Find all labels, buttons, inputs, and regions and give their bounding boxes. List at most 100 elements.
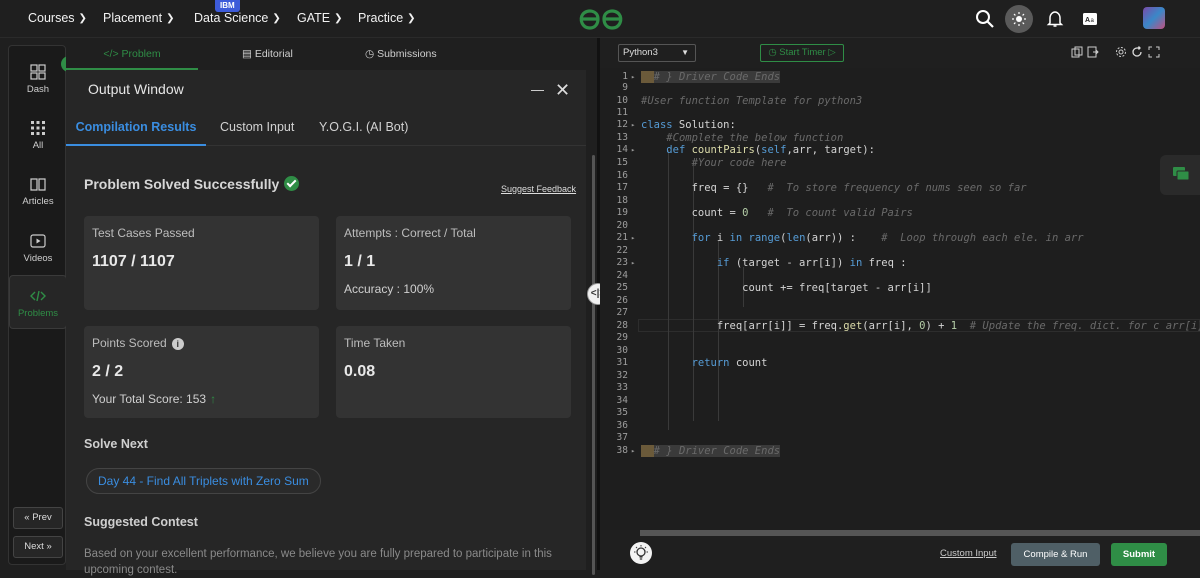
minimize-icon[interactable] [531,90,544,91]
points-label-row: Points Scored i [92,336,184,350]
attempts-card: Attempts : Correct / Total 1 / 1 Accurac… [336,216,571,310]
tab-yogi-bot[interactable]: Y.O.G.I. (AI Bot) [319,109,408,146]
bell-icon[interactable] [1045,9,1065,29]
line-number: 27 [616,307,628,318]
nav-data-science[interactable]: Data Science ❯ [194,0,281,38]
output-window-title: Output Window [88,81,184,97]
book-icon [30,178,46,191]
search-icon[interactable] [975,9,995,29]
export-icon[interactable] [1087,46,1099,58]
language-select[interactable]: Python3 ▼ [618,44,696,62]
fullscreen-icon[interactable] [1148,46,1160,58]
line-number: 13 [616,132,628,143]
editor-footer: Custom Input Compile & Run Submit [600,536,1200,570]
tab-custom-input[interactable]: Custom Input [220,109,294,146]
code-line[interactable]: #Your code here [641,157,787,169]
code-line[interactable]: return count [641,357,768,369]
submit-button[interactable]: Submit [1111,543,1167,566]
gfg-logo[interactable] [577,6,625,32]
code-line[interactable]: ⋯⋯# } Driver Code Ends [641,445,781,457]
total-score-text: Your Total Score: 153 [92,392,207,406]
tab-editorial-label: Editorial [254,48,293,60]
sidebar-item-dash[interactable]: Dash [9,64,67,95]
hint-button[interactable] [630,542,652,564]
custom-input-link[interactable]: Custom Input [940,548,997,559]
reset-icon[interactable] [1131,46,1143,58]
suggest-feedback-link[interactable]: Suggest Feedback [501,184,576,194]
next-button[interactable]: Next » [13,536,63,558]
fold-arrow-icon[interactable]: ▸ [631,146,635,154]
next-problem-link[interactable]: Day 44 - Find All Triplets with Zero Sum [86,468,321,494]
tab-compilation-results[interactable]: Compilation Results [66,109,206,146]
solve-next-heading: Solve Next [84,437,148,451]
code-line[interactable]: if (target - arr[i]) in freq : [641,257,907,269]
line-number: 20 [616,220,628,231]
left-sidebar: Dash All Articles Videos Problems « Prev… [8,45,67,565]
fold-arrow-icon[interactable]: ▸ [631,121,635,129]
code-line[interactable]: #User function Template for python3 [641,95,862,107]
tab-editorial[interactable]: ▤ Editorial [242,38,293,70]
start-timer-button[interactable]: ◷ Start Timer ▷ [760,44,844,62]
code-line[interactable]: ⋯⋯# } Driver Code Ends [641,71,781,83]
time-label: Time Taken [344,336,406,350]
line-number: 1 [622,71,628,82]
line-number: 26 [616,295,628,306]
nav-courses-label: Courses [28,11,75,25]
prev-button[interactable]: « Prev [13,507,63,529]
total-score-row: Your Total Score: 153 ↑ [92,392,216,406]
line-number: 32 [616,370,628,381]
sidebar-item-videos[interactable]: Videos [9,233,67,264]
code-line[interactable]: def countPairs(self,arr, target): [641,144,875,156]
line-number: 17 [616,182,628,193]
chevron-down-icon: ❯ [166,13,175,24]
sidebar-item-all[interactable]: All [9,120,67,151]
time-card: Time Taken 0.08 [336,326,571,418]
line-number: 25 [616,282,628,293]
code-editor[interactable]: 1 ▸ ⋯⋯# } Driver Code Ends 9 10 #User functio… [600,68,1200,530]
code-line[interactable]: count = 0 # To count valid Pairs [641,207,913,219]
output-tabs: Compilation Results Custom Input Y.O.G.I… [66,109,586,146]
sidebar-item-articles[interactable]: Articles [9,176,67,207]
line-number: 16 [616,170,628,181]
code-line[interactable]: count += freq[target - arr[i]] [641,282,932,294]
fold-arrow-icon[interactable]: ▸ [631,234,635,242]
start-timer-label: Start Timer [779,47,826,58]
fold-arrow-icon[interactable]: ▸ [631,259,635,267]
chevron-down-icon: ❯ [272,13,281,24]
nav-courses[interactable]: Courses ❯ [28,0,87,38]
nav-placement[interactable]: Placement ❯ [103,0,174,38]
code-line[interactable]: freq[arr[i]] = freq.get(arr[i], 0) + 1 #… [641,320,1200,332]
nav-placement-label: Placement [103,11,163,25]
tab-problem[interactable]: </> Problem [66,38,198,70]
nav-gate-label: GATE [297,11,331,25]
chat-button[interactable] [1160,155,1200,195]
attempts-value: 1 / 1 [344,253,376,270]
line-number: 15 [616,157,628,168]
code-line[interactable]: class Solution: [641,119,736,131]
compile-run-button[interactable]: Compile & Run [1011,543,1100,566]
fold-arrow-icon[interactable]: ▸ [631,447,635,455]
nav-gate[interactable]: GATE ❯ [297,0,343,38]
close-icon[interactable]: ✕ [555,81,570,99]
avatar[interactable] [1143,7,1165,29]
translate-icon[interactable]: Aa [1080,9,1100,29]
suggested-contest-heading: Suggested Contest [84,515,198,529]
sidebar-item-problems[interactable]: Problems [9,275,67,329]
chevron-down-icon: ❯ [78,13,87,24]
copy-icon[interactable] [1071,46,1083,58]
nav-practice[interactable]: Practice ❯ [358,0,416,38]
output-scrollbar[interactable] [592,155,595,575]
points-value: 2 / 2 [92,363,124,380]
code-line[interactable]: freq = {} # To store frequency of nums s… [641,182,1027,194]
code-line[interactable]: #Complete the below function [641,132,843,144]
theme-toggle-button[interactable] [1005,5,1033,33]
code-line[interactable]: for i in range(len(arr)) : # Loop throug… [641,232,1084,244]
tab-submissions[interactable]: ◷ Submissions [365,38,437,70]
grid-icon [31,121,45,135]
line-number: 24 [616,270,628,281]
settings-icon[interactable] [1115,46,1127,58]
sidebar-item-label: Dash [26,84,50,95]
fold-arrow-icon[interactable]: ▸ [631,73,635,81]
info-icon[interactable]: i [171,338,184,350]
top-nav: Courses ❯ Placement ❯ IBM Data Science ❯ GA… [0,0,1200,38]
